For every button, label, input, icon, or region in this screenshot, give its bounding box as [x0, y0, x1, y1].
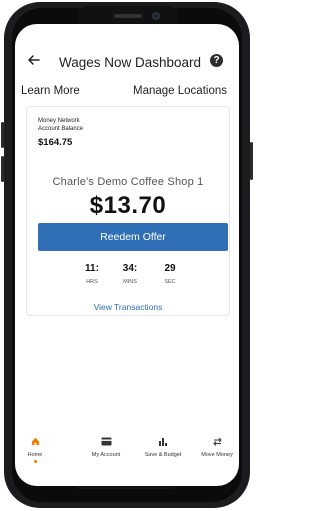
timer-mins: 34: MINS: [115, 263, 145, 285]
question-icon[interactable]: ?: [210, 54, 223, 67]
nav-label-my-account: My Account: [91, 452, 121, 458]
view-transactions-link[interactable]: View Transactions: [27, 302, 229, 312]
balance-label-line2: Account Balance: [38, 126, 84, 132]
speaker-grille: [114, 14, 142, 18]
arrow-left-icon[interactable]: [27, 53, 43, 69]
timer-hours-value: 11:: [85, 263, 99, 274]
offer-amount: $13.70: [89, 192, 167, 219]
timer-hours-unit: HRS: [86, 279, 98, 285]
account-balance-label: Money Network Account Balance: [38, 117, 83, 133]
offer-card: Money Network Account Balance $164.75 Ch…: [26, 106, 230, 316]
redeem-offer-button[interactable]: Reedem Offer: [38, 223, 228, 251]
timer-mins-unit: MINS: [123, 279, 137, 285]
nav-label-move-money: Move Money: [201, 452, 233, 458]
nav-item-move-money[interactable]: Move Money: [197, 437, 237, 477]
app-header: Wages Now Dashboard ?: [15, 50, 239, 74]
countdown-timer: 11: HRS 34: MINS 29 SEC: [77, 263, 207, 293]
phone-notch: [78, 6, 178, 26]
shop-name: Charle's Demo Coffee Shop 1: [52, 176, 204, 188]
balance-label-line1: Money Network: [38, 118, 80, 124]
app-screen: Wages Now Dashboard ? Learn More Manage …: [15, 24, 239, 486]
card-icon: [85, 437, 127, 449]
timer-secs-unit: SEC: [164, 279, 176, 285]
nav-label-save-budget: Save & Budget: [144, 452, 182, 458]
nav-item-my-account[interactable]: My Account: [85, 437, 127, 477]
transfer-icon: [197, 437, 237, 449]
nav-item-save-budget[interactable]: Save & Budget: [139, 437, 187, 477]
quick-links: Learn More Manage Locations: [15, 85, 239, 101]
learn-more-link[interactable]: Learn More: [21, 85, 80, 97]
bar-chart-icon: [139, 437, 187, 449]
timer-secs: 29 SEC: [155, 263, 185, 285]
active-indicator-dot: [33, 460, 37, 463]
account-balance-amount: $164.75: [38, 137, 73, 148]
manage-locations-link[interactable]: Manage Locations: [133, 85, 227, 97]
nav-label-home: Home: [27, 452, 43, 458]
home-icon: [21, 437, 49, 449]
bottom-nav: Home My Account Save & Budget Move Money: [15, 437, 239, 477]
home-indicator-bar: [76, 486, 176, 489]
page-title: Wages Now Dashboard: [58, 55, 202, 70]
timer-secs-value: 29: [164, 263, 176, 274]
front-camera: [152, 12, 160, 20]
timer-mins-value: 34:: [122, 263, 138, 274]
timer-hours: 11: HRS: [77, 263, 107, 285]
nav-item-home[interactable]: Home: [21, 437, 49, 477]
